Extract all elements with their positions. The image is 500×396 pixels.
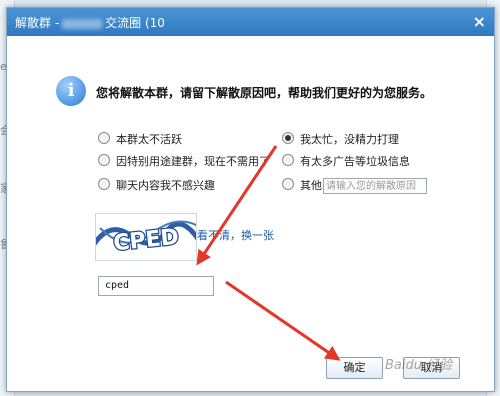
captcha-image: CPED <box>95 213 197 261</box>
cancel-button[interactable]: 取消 <box>403 357 460 379</box>
radio-icon[interactable] <box>98 132 110 144</box>
dissolve-group-dialog: 解散群 - 交流圈 (10 × <box>6 7 495 392</box>
dialog-title: 解散群 - 交流圈 (10 <box>15 16 165 30</box>
reason-option-spam[interactable]: 有太多广告等垃圾信息 <box>282 154 410 170</box>
redacted-group-name <box>62 18 103 29</box>
radio-icon[interactable] <box>282 154 294 166</box>
dialog-headline: 您将解散本群，请留下解散原因吧，帮助我们更好的为您服务。 <box>96 86 433 100</box>
ok-button[interactable]: 确定 <box>326 357 383 379</box>
other-reason-input[interactable]: 请输入您的解散原因 <box>323 178 427 194</box>
radio-icon[interactable] <box>282 178 294 190</box>
radio-icon[interactable] <box>98 154 110 166</box>
close-button[interactable]: × <box>473 12 486 31</box>
refresh-captcha-link[interactable]: 看不清，换一张 <box>197 227 274 243</box>
dialog-titlebar: 解散群 - 交流圈 (10 × <box>7 8 494 36</box>
captcha-graphic: CPED <box>96 220 196 258</box>
reason-option-too-busy[interactable]: 我太忙，没精力打理 <box>282 132 399 148</box>
info-icon: i <box>56 76 86 106</box>
captcha-input[interactable]: cped <box>98 276 214 296</box>
radio-icon[interactable] <box>98 178 110 190</box>
reason-option-inactive[interactable]: 本群太不活跃 <box>98 132 182 148</box>
radio-checked-icon[interactable] <box>282 132 294 144</box>
reason-option-other[interactable]: 其他 <box>282 178 322 194</box>
reason-option-no-longer-needed[interactable]: 因特别用途建群，现在不需用了 <box>98 154 270 170</box>
reason-option-not-interested[interactable]: 聊天内容我不感兴趣 <box>98 178 215 194</box>
